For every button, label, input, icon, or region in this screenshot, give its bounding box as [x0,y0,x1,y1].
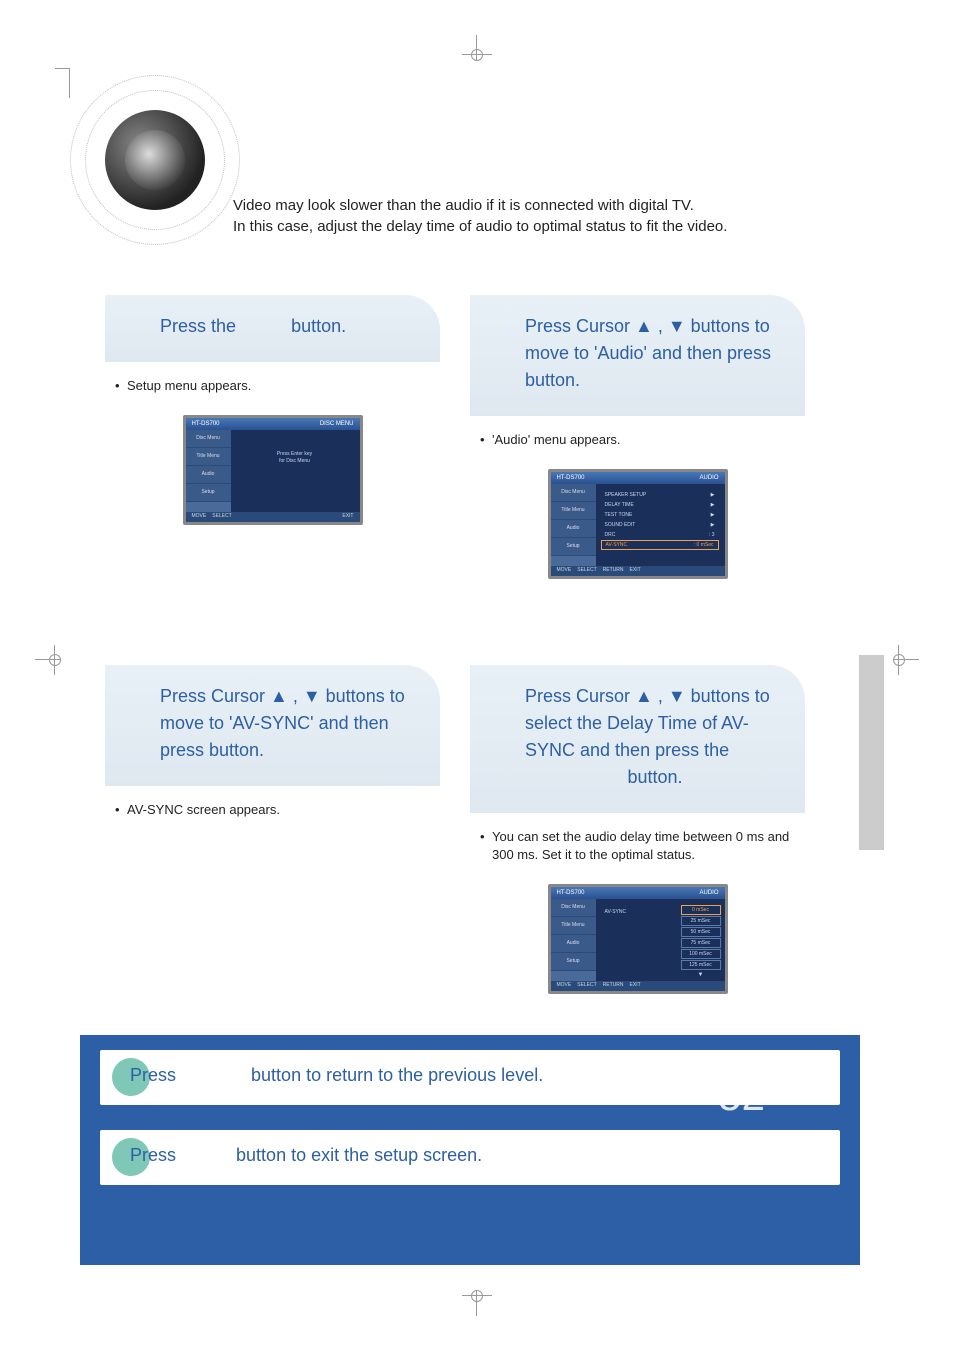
osd2-footer: MOVE [557,567,572,575]
osd1-tab: Setup [186,484,231,502]
intro-line1: Video may look slower than the audio if … [233,195,727,216]
crop-mark-left [45,650,65,670]
step4-heading-last: button. [525,764,785,791]
step-4: Press Cursor ▲ , ▼ buttons to select the… [470,665,805,1009]
osd1-line1: Press Enter key [236,451,354,458]
osd4-footer: RETURN [603,982,624,990]
step-2-heading: Press Cursor ▲ , ▼ buttons to move to 'A… [470,295,805,416]
osd4-left-label: AV-SYNC [605,909,627,916]
crop-mark-right [889,650,909,670]
footer-band: Press button to return to the previous l… [80,1035,860,1265]
osd2-footer: RETURN [603,567,624,575]
osd1-footer: MOVE [192,513,207,521]
osd1-tab: Audio [186,466,231,484]
osd2-title-left: HT-DS700 [557,474,585,482]
osd4-tab: Title Menu [551,917,596,935]
osd1-title-right: DISC MENU [320,420,354,428]
intro-paragraph: Video may look slower than the audio if … [233,195,727,237]
osd1-footer: EXIT [342,513,353,521]
intro-line2: In this case, adjust the delay time of a… [233,216,727,237]
osd2-tab: Audio [551,520,596,538]
osd4-footer: MOVE [557,982,572,990]
step1-heading-pre: Press the [160,316,236,336]
step4-bullet: You can set the audio delay time between… [480,828,795,864]
osd4-title-right: AUDIO [699,889,718,897]
step4-heading-text: Press Cursor ▲ , ▼ buttons to select the… [525,683,785,764]
osd2-tab: Disc Menu [551,484,596,502]
osd1-tab: Disc Menu [186,430,231,448]
osd4-option: 25 mSec [681,916,721,926]
footer1-post: button to return to the previous level. [251,1065,543,1085]
osd2-tab: Setup [551,538,596,556]
step3-bullet: AV-SYNC screen appears. [115,801,430,819]
step-3-heading: Press Cursor ▲ , ▼ buttons to move to 'A… [105,665,440,786]
osd2-row-val: : 0 mSec [694,542,714,549]
osd2-title-right: AUDIO [699,474,718,482]
osd4-option: 50 mSec [681,927,721,937]
osd2-row-val: : 3 [709,532,715,539]
osd2-row-val: ▶ [711,502,715,509]
step1-bullet: Setup menu appears. [115,377,430,395]
footer1-pre: Press [130,1065,176,1085]
osd4-tab: Audio [551,935,596,953]
osd4-tab: Setup [551,953,596,971]
step-4-heading: Press Cursor ▲ , ▼ buttons to select the… [470,665,805,813]
osd2-row-label: SOUND EDIT [605,522,636,529]
osd4-title-left: HT-DS700 [557,889,585,897]
osd2-footer: SELECT [577,567,596,575]
step2-heading-text: Press Cursor ▲ , ▼ buttons to move to 'A… [525,313,785,394]
step-3-body: AV-SYNC screen appears. [105,786,440,834]
step1-heading-post: button. [291,316,346,336]
osd2-row-val: ▶ [711,512,715,519]
crop-mark-bottom [467,1286,487,1306]
osd1-line2: for Disc Menu [236,458,354,465]
step4-osd: HT-DS700 AUDIO Disc Menu Title Menu Audi… [548,884,728,994]
step-4-body: You can set the audio delay time between… [470,813,805,1009]
osd2-row-label: SPEAKER SETUP [605,492,647,499]
page-number: 52 [718,1072,765,1120]
osd4-option: 125 mSec [681,960,721,970]
osd4-footer: EXIT [630,982,641,990]
osd4-option: 0 mSec [681,905,721,915]
osd2-row-label: DELAY TIME [605,502,634,509]
crop-mark-top [467,45,487,65]
step2-bullet: 'Audio' menu appears. [480,431,795,449]
osd4-option: 100 mSec [681,949,721,959]
step-1-heading: Press the button. [105,295,440,362]
osd2-footer: EXIT [630,567,641,575]
osd2-row-label: DRC [605,532,616,539]
osd2-row-label: TEST TONE [605,512,633,519]
osd2-tab: Title Menu [551,502,596,520]
step1-osd: HT-DS700 DISC MENU Disc Menu Title Menu … [183,415,363,525]
osd1-tab: Title Menu [186,448,231,466]
osd1-footer: SELECT [212,513,231,521]
step-2: Press Cursor ▲ , ▼ buttons to move to 'A… [470,295,805,594]
step3-heading-text: Press Cursor ▲ , ▼ buttons to move to 'A… [160,683,420,764]
step-1-body: Setup menu appears. HT-DS700 DISC MENU D… [105,362,440,540]
speaker-illustration [70,75,240,245]
osd4-option: 75 mSec [681,938,721,948]
osd2-row-val: ▶ [711,492,715,499]
top-corner-rule [55,68,70,98]
step2-osd: HT-DS700 AUDIO Disc Menu Title Menu Audi… [548,469,728,579]
step-1: Press the button. Setup menu appears. HT… [105,295,440,540]
footer-row-exit: Press button to exit the setup screen. [100,1130,840,1185]
osd4-more-icon: ▼ [681,971,721,979]
osd2-row-label: AV-SYNC [606,542,628,549]
osd1-title-left: HT-DS700 [192,420,220,428]
osd4-tab: Disc Menu [551,899,596,917]
footer2-post: button to exit the setup screen. [236,1145,482,1165]
osd2-row-val: ▶ [711,522,715,529]
footer2-pre: Press [130,1145,176,1165]
step-2-body: 'Audio' menu appears. HT-DS700 AUDIO Dis… [470,416,805,594]
page-tab-marker [859,655,884,850]
step-3: Press Cursor ▲ , ▼ buttons to move to 'A… [105,665,440,834]
osd4-footer: SELECT [577,982,596,990]
